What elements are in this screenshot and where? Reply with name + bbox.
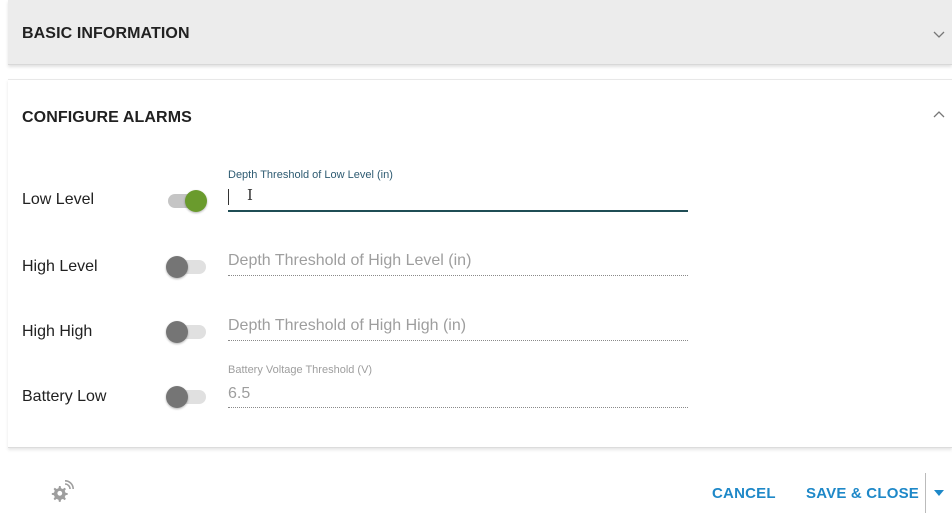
high-level-label: High Level — [22, 258, 98, 275]
gear-wireless-icon[interactable] — [48, 480, 74, 504]
configure-alarms-panel: CONFIGURE ALARMS — [8, 79, 952, 448]
low-level-toggle[interactable] — [166, 188, 208, 212]
battery-voltage-input-underline — [228, 407, 688, 408]
split-button-divider — [925, 473, 926, 513]
text-cursor-icon: I — [247, 186, 253, 204]
basic-information-panel[interactable]: BASIC INFORMATION — [8, 0, 952, 65]
high-high-input-underline — [228, 340, 688, 341]
text-caret — [228, 189, 229, 205]
toggle-thumb — [166, 386, 188, 408]
battery-voltage-threshold-input[interactable]: 6.5 — [228, 385, 250, 403]
battery-voltage-field-label: Battery Voltage Threshold (V) — [228, 364, 373, 376]
high-high-threshold-input[interactable]: Depth Threshold of High High (in) — [228, 317, 466, 335]
high-level-toggle[interactable] — [166, 254, 208, 278]
toggle-thumb — [166, 256, 188, 278]
high-level-threshold-input[interactable]: Depth Threshold of High Level (in) — [228, 252, 471, 270]
low-level-threshold-input[interactable] — [228, 185, 688, 213]
battery-low-label: Battery Low — [22, 388, 107, 405]
chevron-down-icon[interactable] — [932, 28, 946, 42]
chevron-up-icon[interactable] — [932, 107, 946, 121]
basic-information-title: BASIC INFORMATION — [22, 25, 190, 42]
high-high-toggle[interactable] — [166, 319, 208, 343]
cancel-button[interactable]: CANCEL — [712, 485, 776, 502]
low-level-input-underline — [228, 210, 688, 212]
configure-alarms-title: CONFIGURE ALARMS — [22, 109, 192, 126]
low-level-field-label: Depth Threshold of Low Level (in) — [228, 169, 393, 181]
caret-down-icon[interactable] — [934, 490, 944, 496]
low-level-label: Low Level — [22, 191, 95, 208]
toggle-thumb — [185, 190, 207, 212]
high-level-input-underline — [228, 275, 688, 276]
battery-low-toggle[interactable] — [166, 384, 208, 408]
high-high-label: High High — [22, 323, 93, 340]
save-and-close-button[interactable]: SAVE & CLOSE — [806, 485, 919, 502]
toggle-thumb — [166, 321, 188, 343]
